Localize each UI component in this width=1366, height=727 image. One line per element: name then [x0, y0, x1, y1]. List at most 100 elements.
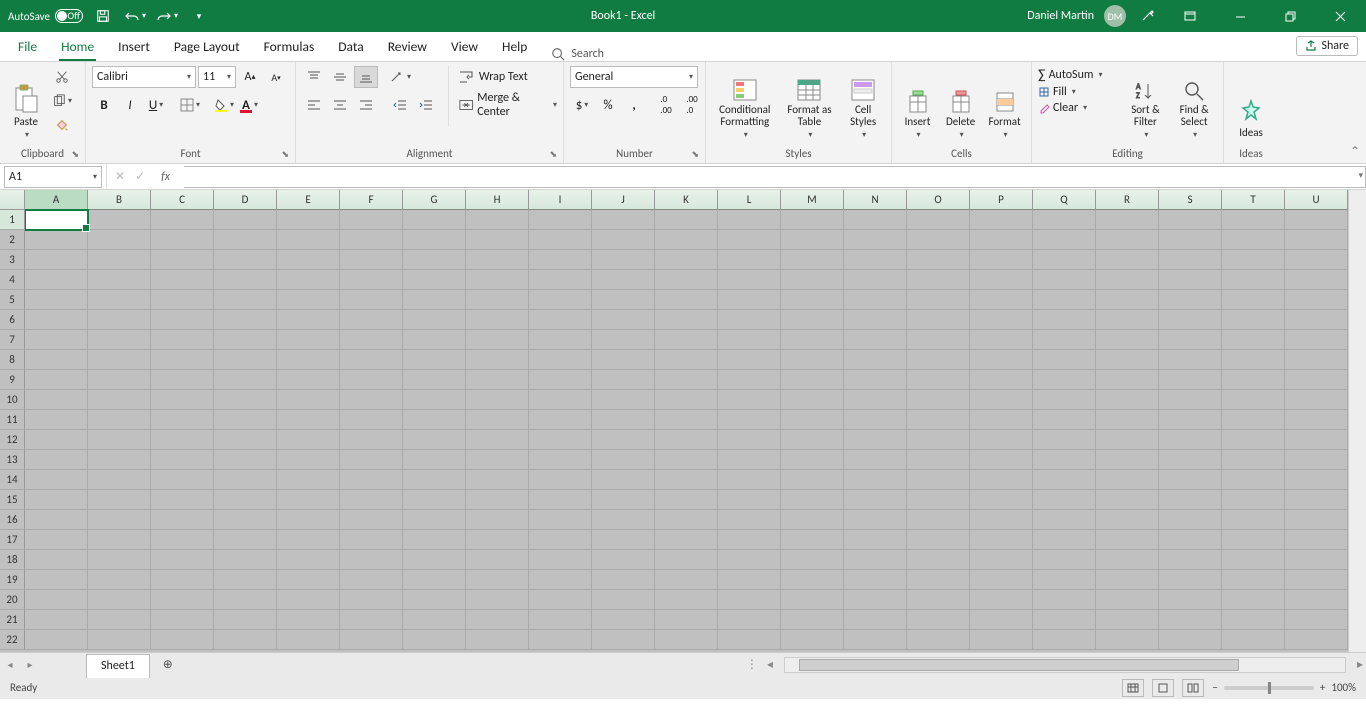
cell[interactable]	[1159, 530, 1222, 550]
cell[interactable]	[1033, 510, 1096, 530]
cell[interactable]	[88, 470, 151, 490]
cell[interactable]	[340, 590, 403, 610]
insert-cells-button[interactable]: Insert▾	[898, 66, 937, 142]
cell[interactable]	[214, 390, 277, 410]
cell[interactable]	[844, 610, 907, 630]
cell[interactable]	[781, 330, 844, 350]
cell[interactable]	[277, 390, 340, 410]
cell[interactable]	[466, 590, 529, 610]
cell[interactable]	[970, 350, 1033, 370]
cell[interactable]	[1285, 610, 1348, 630]
column-header[interactable]: U	[1285, 190, 1348, 210]
cell[interactable]	[1033, 530, 1096, 550]
cell[interactable]	[214, 590, 277, 610]
cell[interactable]	[340, 250, 403, 270]
cell[interactable]	[844, 370, 907, 390]
cell[interactable]	[592, 570, 655, 590]
cell[interactable]	[151, 370, 214, 390]
cell[interactable]	[1285, 630, 1348, 650]
cell[interactable]	[781, 250, 844, 270]
wrap-text-button[interactable]: Wrap Text	[459, 66, 557, 88]
cell[interactable]	[1096, 230, 1159, 250]
cell[interactable]	[1159, 630, 1222, 650]
cell[interactable]	[1159, 210, 1222, 230]
cell[interactable]	[1222, 350, 1285, 370]
autosum-button[interactable]: ∑AutoSum▾	[1038, 66, 1120, 83]
comma-format-icon[interactable]: ,	[622, 94, 646, 116]
underline-button[interactable]: U▾	[144, 94, 168, 116]
cell[interactable]	[1033, 310, 1096, 330]
cell[interactable]	[970, 510, 1033, 530]
cancel-formula-icon[interactable]: ✕	[115, 169, 125, 184]
cell[interactable]	[88, 270, 151, 290]
cell[interactable]	[592, 290, 655, 310]
cell[interactable]	[907, 530, 970, 550]
column-header[interactable]: D	[214, 190, 277, 210]
cell[interactable]	[151, 570, 214, 590]
vertical-scrollbar[interactable]	[1348, 190, 1366, 652]
cell[interactable]	[970, 330, 1033, 350]
cell[interactable]	[88, 350, 151, 370]
fill-button[interactable]: Fill▾	[1038, 85, 1120, 99]
italic-button[interactable]: I	[118, 94, 142, 116]
cell[interactable]	[529, 370, 592, 390]
column-header[interactable]: N	[844, 190, 907, 210]
row-header[interactable]: 10	[0, 390, 25, 410]
cell[interactable]	[214, 610, 277, 630]
column-header[interactable]: T	[1222, 190, 1285, 210]
tab-view[interactable]: View	[439, 31, 490, 61]
cell[interactable]	[844, 570, 907, 590]
cell[interactable]	[844, 630, 907, 650]
cell[interactable]	[1033, 470, 1096, 490]
cell[interactable]	[1033, 390, 1096, 410]
cell[interactable]	[340, 450, 403, 470]
align-left-icon[interactable]	[302, 94, 326, 116]
cell[interactable]	[970, 570, 1033, 590]
column-header[interactable]: A	[25, 190, 88, 210]
cell[interactable]	[403, 530, 466, 550]
cell[interactable]	[340, 310, 403, 330]
merge-center-button[interactable]: Merge & Center▾	[459, 94, 557, 116]
bold-button[interactable]: B	[92, 94, 116, 116]
cell[interactable]	[277, 530, 340, 550]
cell[interactable]	[1222, 530, 1285, 550]
cell[interactable]	[844, 330, 907, 350]
cell[interactable]	[1096, 310, 1159, 330]
cell[interactable]	[1285, 210, 1348, 230]
cell[interactable]	[1222, 270, 1285, 290]
cell[interactable]	[718, 450, 781, 470]
cell[interactable]	[151, 210, 214, 230]
cell[interactable]	[277, 210, 340, 230]
cell[interactable]	[25, 290, 88, 310]
cell[interactable]	[88, 630, 151, 650]
cell[interactable]	[907, 510, 970, 530]
save-icon[interactable]	[91, 4, 115, 28]
cell[interactable]	[277, 410, 340, 430]
cell[interactable]	[466, 430, 529, 450]
cell[interactable]	[781, 210, 844, 230]
decrease-indent-icon[interactable]	[388, 94, 412, 116]
format-painter-button[interactable]	[50, 114, 74, 136]
format-cells-button[interactable]: Format▾	[984, 66, 1025, 142]
align-bottom-icon[interactable]	[354, 66, 378, 88]
cell[interactable]	[25, 630, 88, 650]
cell[interactable]	[1159, 350, 1222, 370]
cell[interactable]	[88, 210, 151, 230]
cell[interactable]	[907, 310, 970, 330]
cell[interactable]	[592, 330, 655, 350]
cell[interactable]	[466, 230, 529, 250]
cell[interactable]	[655, 530, 718, 550]
cell[interactable]	[718, 470, 781, 490]
cell[interactable]	[1222, 510, 1285, 530]
cell[interactable]	[529, 270, 592, 290]
cell[interactable]	[1159, 550, 1222, 570]
cell[interactable]	[844, 310, 907, 330]
cell[interactable]	[466, 330, 529, 350]
cell[interactable]	[466, 270, 529, 290]
cell[interactable]	[1096, 250, 1159, 270]
cell-styles-button[interactable]: Cell Styles▾	[841, 66, 885, 142]
cell[interactable]	[1033, 230, 1096, 250]
cell[interactable]	[844, 490, 907, 510]
hscroll-right-icon[interactable]: ▸	[1354, 657, 1366, 672]
clipboard-launcher-icon[interactable]: ⬊	[71, 149, 79, 160]
